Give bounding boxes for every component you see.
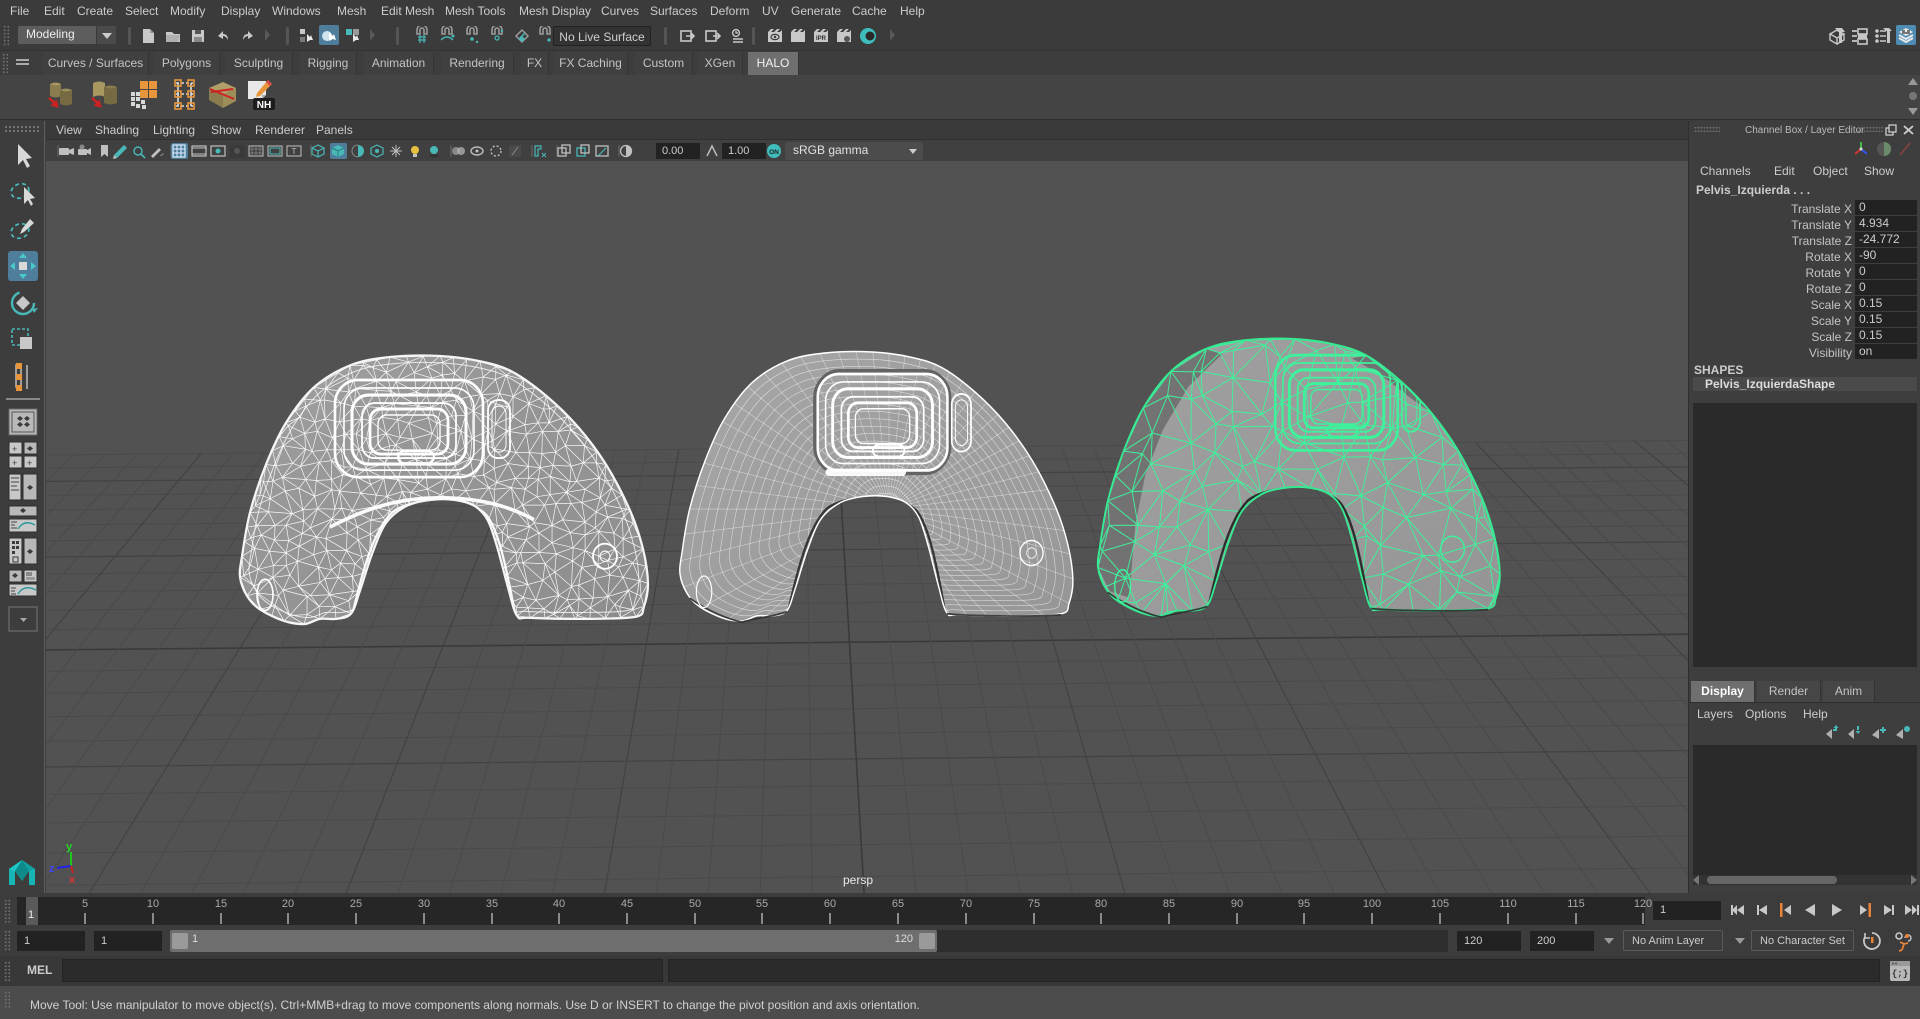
- svg-text:+: +: [27, 458, 32, 468]
- svg-text:persp: persp: [843, 873, 873, 887]
- svg-text:+: +: [12, 458, 17, 468]
- svg-text:ON: ON: [769, 149, 779, 156]
- svg-text:{;}: {;}: [1892, 969, 1908, 979]
- svg-text:NH: NH: [257, 100, 271, 111]
- svg-text:y: y: [66, 841, 73, 853]
- svg-text:z: z: [49, 863, 55, 875]
- svg-text:T: T: [292, 147, 297, 156]
- svg-text:x: x: [69, 874, 76, 886]
- svg-text:+: +: [12, 444, 17, 454]
